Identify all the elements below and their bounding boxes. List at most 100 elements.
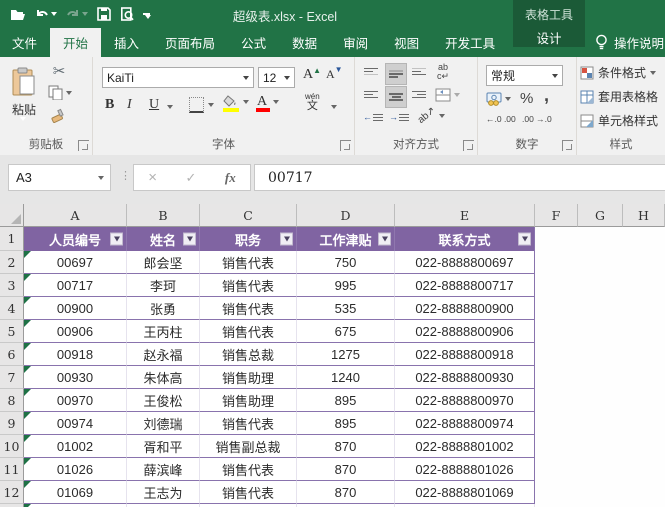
empty-cell[interactable]: [578, 481, 623, 504]
cell-phone[interactable]: 022-8888800906: [395, 320, 535, 343]
tab-formulas[interactable]: 公式: [228, 28, 279, 57]
row-header-11[interactable]: 11: [0, 458, 24, 481]
column-header-B[interactable]: B: [127, 204, 200, 227]
cell-name[interactable]: 郎会坚: [127, 251, 200, 274]
underline-dropdown-arrow[interactable]: [167, 105, 173, 109]
table-header-cell[interactable]: 工作津贴: [297, 227, 395, 251]
empty-cell[interactable]: [535, 435, 578, 458]
cell-phone[interactable]: 022-8888800930: [395, 366, 535, 389]
format-painter-button[interactable]: [50, 107, 66, 123]
middle-align-icon[interactable]: [385, 63, 407, 85]
row-header-9[interactable]: 9: [0, 412, 24, 435]
empty-cell[interactable]: [578, 435, 623, 458]
column-header-F[interactable]: F: [535, 204, 578, 227]
cell-name[interactable]: 李珂: [127, 274, 200, 297]
cell-phone[interactable]: 022-8888801069: [395, 481, 535, 504]
format-as-table-button[interactable]: 套用表格格: [580, 88, 658, 105]
font-name-combobox[interactable]: KaiTi: [102, 67, 254, 88]
cell-name[interactable]: 王志为: [127, 481, 200, 504]
clipboard-dialog-launcher[interactable]: [78, 140, 89, 151]
filter-button[interactable]: [110, 232, 123, 246]
cell-allowance[interactable]: 995: [297, 274, 395, 297]
cell-id[interactable]: 00918: [24, 343, 127, 366]
empty-cell[interactable]: [623, 481, 665, 504]
filter-button[interactable]: [378, 232, 391, 246]
tab-page-layout[interactable]: 页面布局: [152, 28, 228, 57]
filter-button[interactable]: [183, 232, 196, 246]
formula-input[interactable]: 00717: [254, 164, 665, 191]
cell-title[interactable]: 销售总裁: [200, 343, 297, 366]
shrink-font-button[interactable]: A ▼: [326, 65, 343, 82]
empty-cell[interactable]: [535, 343, 578, 366]
table-header-cell[interactable]: 人员编号: [24, 227, 127, 251]
wrap-text-icon[interactable]: ab c↵: [437, 63, 449, 81]
align-right-icon[interactable]: [411, 89, 427, 100]
empty-cell[interactable]: [535, 320, 578, 343]
increase-decimal-icon[interactable]: ←.0 .00: [486, 114, 516, 124]
cell-title[interactable]: 销售代表: [200, 481, 297, 504]
tab-design[interactable]: 设计: [513, 28, 585, 47]
table-header-cell[interactable]: 职务: [200, 227, 297, 251]
cell-phone[interactable]: 022-8888800717: [395, 274, 535, 297]
empty-cell[interactable]: [535, 274, 578, 297]
empty-cell[interactable]: [623, 227, 665, 251]
cell-name[interactable]: 张勇: [127, 297, 200, 320]
empty-cell[interactable]: [578, 274, 623, 297]
empty-cell[interactable]: [535, 366, 578, 389]
phonetic-dropdown-arrow[interactable]: [331, 105, 337, 109]
tab-review[interactable]: 审阅: [330, 28, 381, 57]
cell-phone[interactable]: 022-8888800970: [395, 389, 535, 412]
row-header-7[interactable]: 7: [0, 366, 24, 389]
cell-phone[interactable]: 022-8888800974: [395, 412, 535, 435]
cell-allowance[interactable]: 750: [297, 251, 395, 274]
cell-styles-button[interactable]: 单元格样式: [580, 112, 658, 129]
cell-name[interactable]: 薛滨峰: [127, 458, 200, 481]
cell-title[interactable]: 销售代表: [200, 320, 297, 343]
empty-cell[interactable]: [623, 320, 665, 343]
cell-phone[interactable]: 022-8888801026: [395, 458, 535, 481]
font-size-combobox[interactable]: 12: [258, 67, 295, 88]
tab-developer[interactable]: 开发工具: [432, 28, 508, 57]
cell-id[interactable]: 00974: [24, 412, 127, 435]
number-dialog-launcher[interactable]: [562, 140, 573, 151]
cell-title[interactable]: 销售代表: [200, 251, 297, 274]
align-left-icon[interactable]: [363, 89, 379, 100]
row-header-10[interactable]: 10: [0, 435, 24, 458]
cell-name[interactable]: 朱体高: [127, 366, 200, 389]
empty-cell[interactable]: [578, 297, 623, 320]
empty-cell[interactable]: [623, 343, 665, 366]
phonetic-guide-button[interactable]: wén 文: [305, 93, 320, 112]
select-all-corner[interactable]: [0, 204, 24, 227]
borders-button[interactable]: [189, 97, 214, 113]
cell-name[interactable]: 赵永福: [127, 343, 200, 366]
cell-allowance[interactable]: 870: [297, 435, 395, 458]
cell-id[interactable]: 00697: [24, 251, 127, 274]
cell-title[interactable]: 销售代表: [200, 274, 297, 297]
cell-name[interactable]: 王俊松: [127, 389, 200, 412]
empty-cell[interactable]: [578, 251, 623, 274]
percent-style-icon[interactable]: %: [520, 90, 533, 107]
empty-cell[interactable]: [578, 343, 623, 366]
cell-phone[interactable]: 022-8888800900: [395, 297, 535, 320]
empty-cell[interactable]: [623, 435, 665, 458]
cancel-button[interactable]: ×: [148, 169, 157, 186]
cell-phone[interactable]: 022-8888801002: [395, 435, 535, 458]
empty-cell[interactable]: [578, 227, 623, 251]
undo-button[interactable]: [35, 8, 57, 20]
tab-insert[interactable]: 插入: [101, 28, 152, 57]
empty-cell[interactable]: [578, 320, 623, 343]
tab-file[interactable]: 文件: [0, 28, 50, 57]
row-header-2[interactable]: 2: [0, 251, 24, 274]
cell-title[interactable]: 销售副总裁: [200, 435, 297, 458]
cell-allowance[interactable]: 870: [297, 481, 395, 504]
empty-cell[interactable]: [623, 274, 665, 297]
print-preview-button[interactable]: [120, 7, 134, 21]
tab-home[interactable]: 开始: [50, 28, 102, 57]
tell-me-box[interactable]: 操作说明: [595, 28, 664, 57]
empty-cell[interactable]: [535, 458, 578, 481]
conditional-formatting-button[interactable]: 条件格式: [580, 64, 657, 81]
cell-allowance[interactable]: 675: [297, 320, 395, 343]
formula-bar-splitter[interactable]: ⋮: [120, 169, 131, 182]
row-header-1[interactable]: 1: [0, 227, 24, 251]
font-dialog-launcher[interactable]: [340, 140, 351, 151]
